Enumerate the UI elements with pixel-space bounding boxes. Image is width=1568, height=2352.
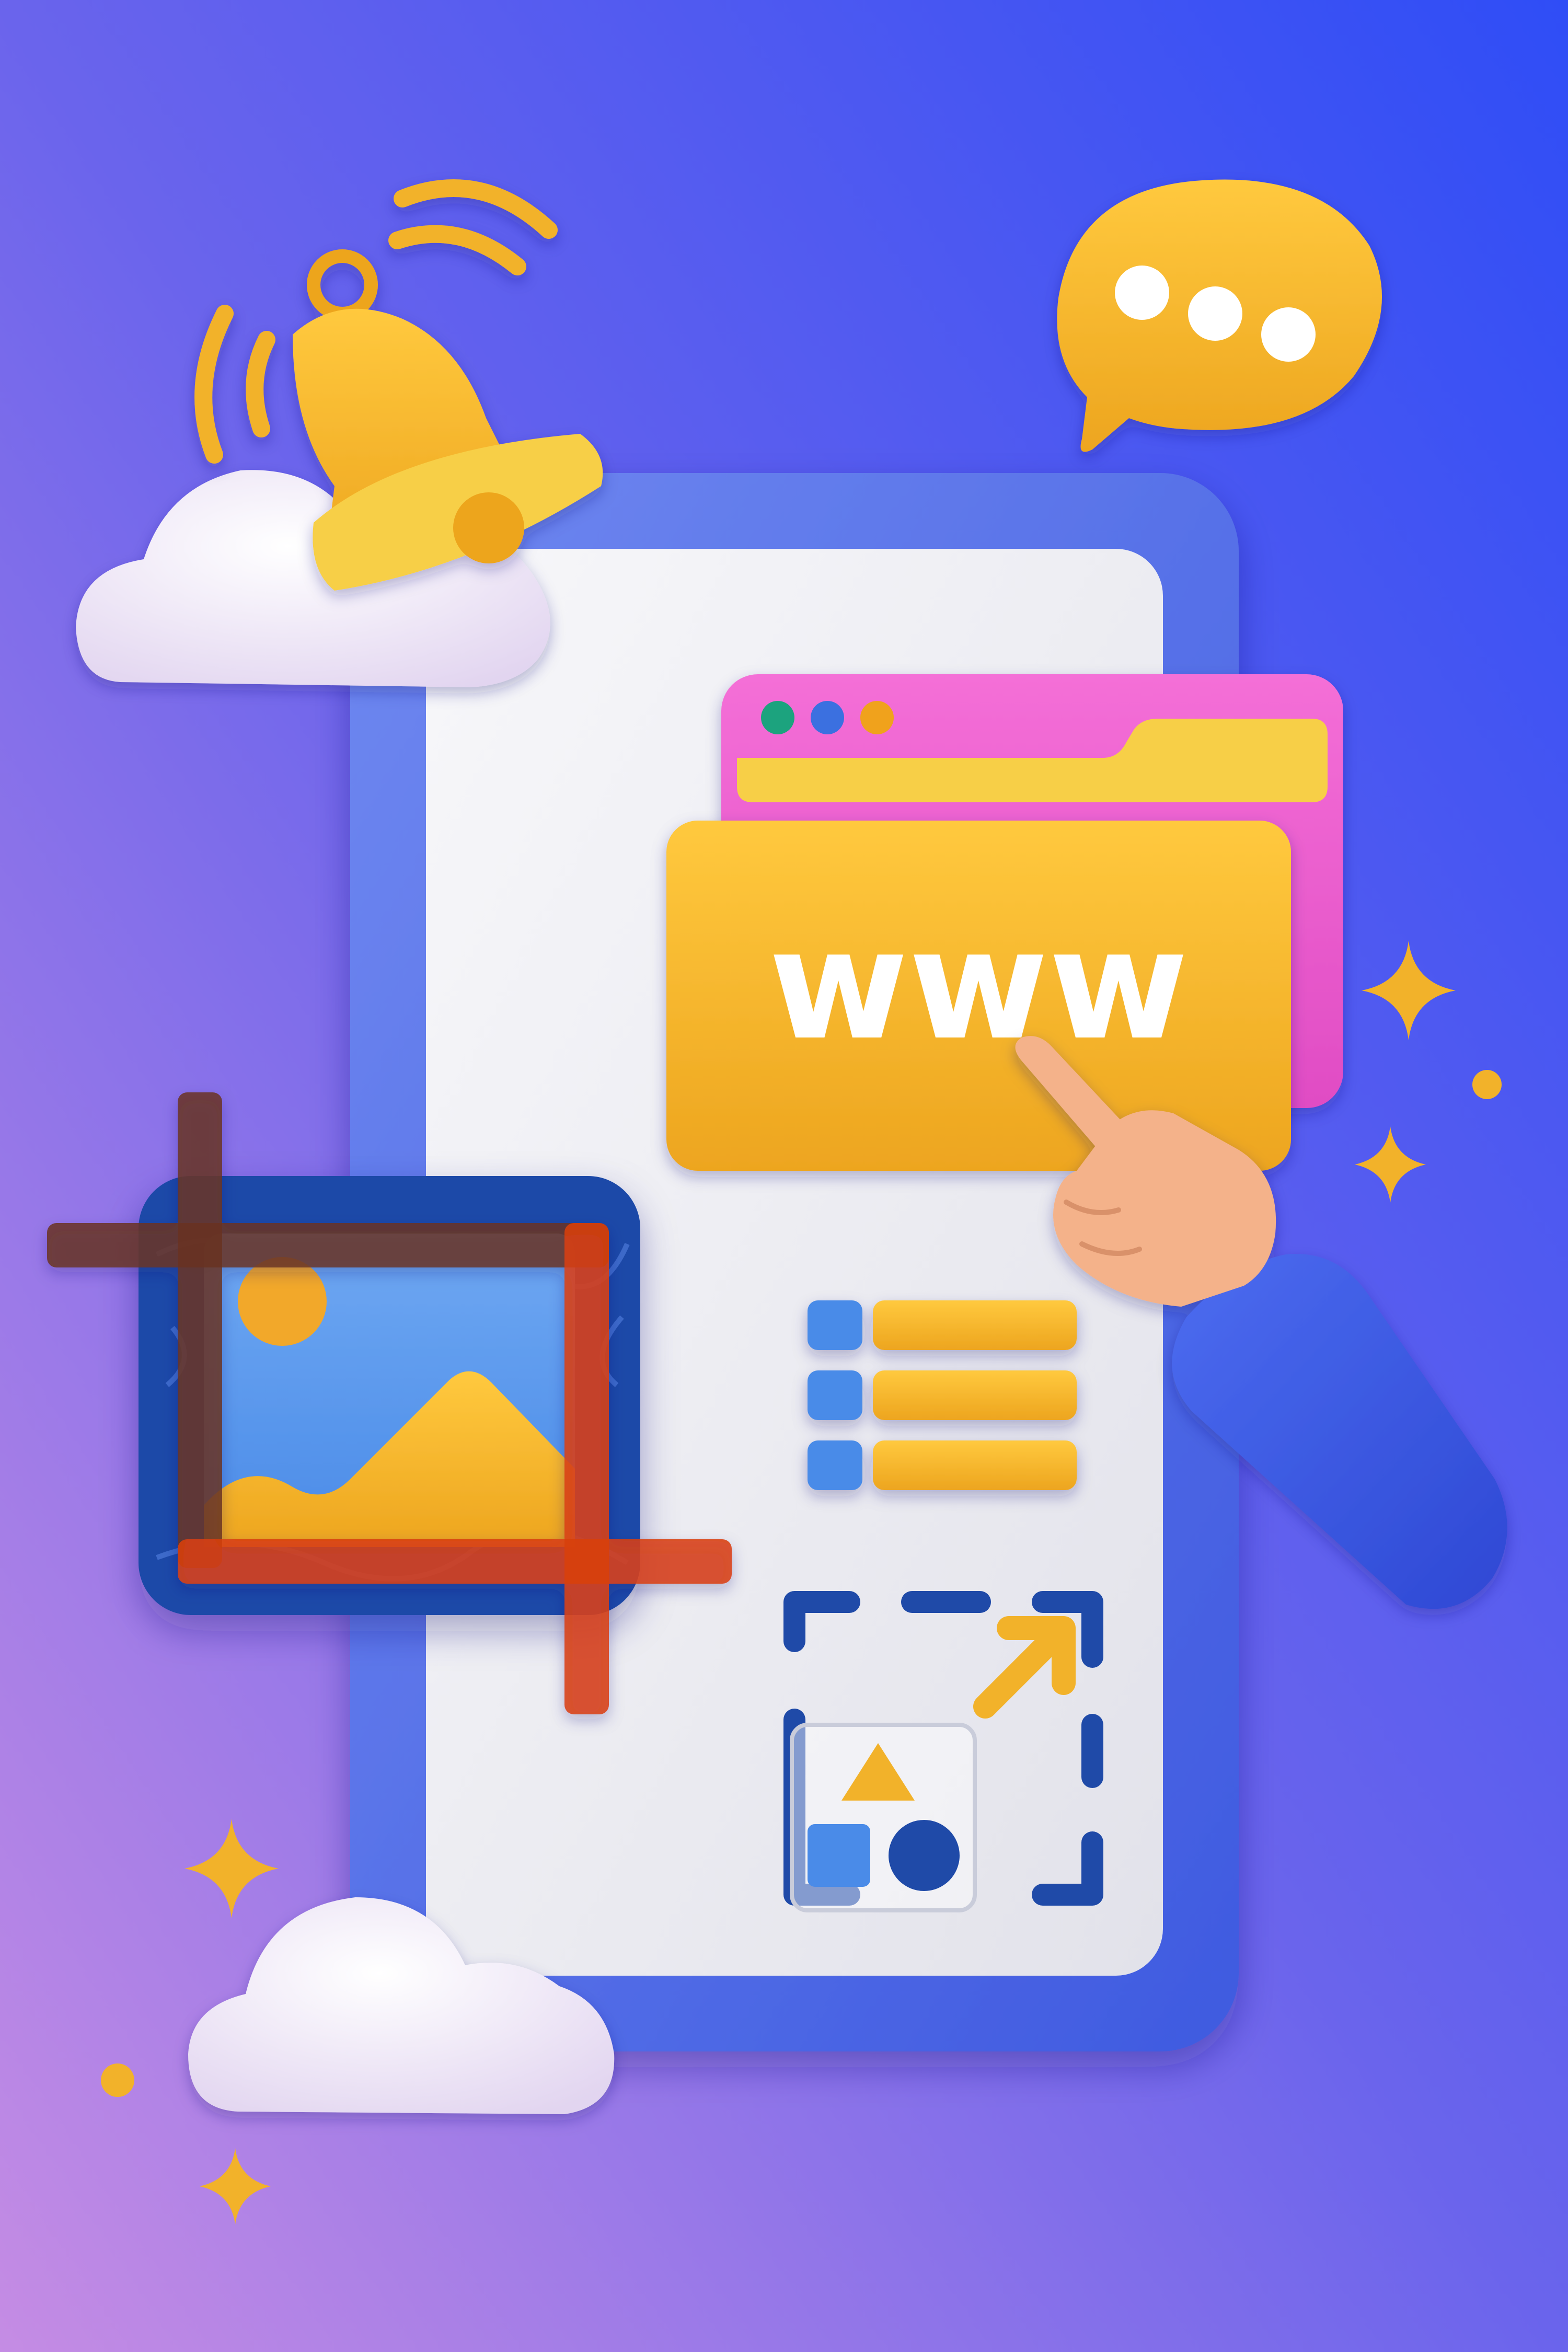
crop-bar-horizontal-bottom <box>178 1539 732 1584</box>
chat-dot <box>1188 286 1242 341</box>
window-dot-blue <box>811 701 844 734</box>
folder-icon: www <box>666 821 1291 1171</box>
circle-shape <box>889 1820 960 1891</box>
list-bullet <box>808 1370 862 1420</box>
bell-clapper <box>453 492 524 563</box>
list-bar <box>873 1370 1077 1420</box>
window-dot-green <box>761 701 794 734</box>
crop-bar-horizontal-top <box>47 1223 609 1267</box>
chat-dot <box>1261 307 1316 362</box>
image-sun <box>238 1257 327 1346</box>
list-bullet <box>808 1440 862 1490</box>
sparkle-dot <box>1472 1070 1502 1099</box>
list-bar <box>873 1300 1077 1350</box>
crop-bar-vertical-left <box>178 1092 222 1568</box>
list-bullet <box>808 1300 862 1350</box>
square-shape <box>808 1824 870 1887</box>
url-text: www <box>768 897 1189 1074</box>
crop-bar-vertical-right <box>564 1223 609 1714</box>
shapes-icon <box>790 1723 977 1912</box>
list-icon <box>808 1300 1077 1490</box>
chat-dot <box>1115 266 1169 320</box>
illustration: www <box>0 0 1568 2352</box>
list-bar <box>873 1440 1077 1490</box>
window-dot-orange <box>860 701 894 734</box>
sparkle-dot <box>101 2063 134 2097</box>
